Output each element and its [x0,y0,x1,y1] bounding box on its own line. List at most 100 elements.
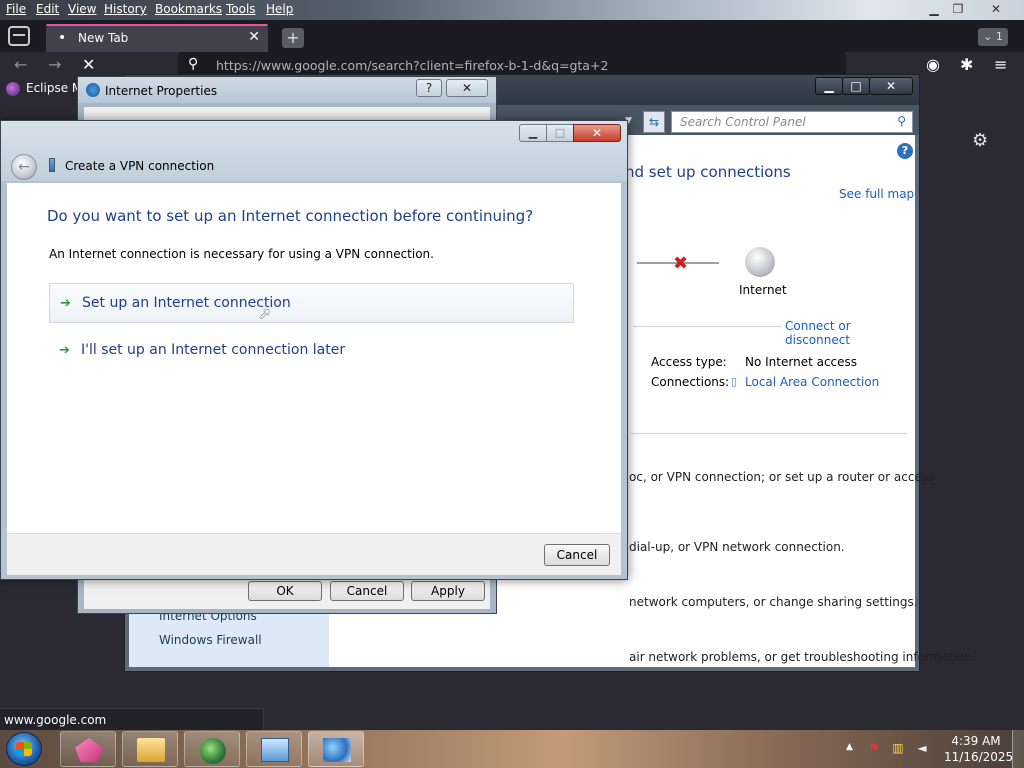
eclipse-icon [6,82,20,96]
green-arrow-icon: ➔ [60,296,71,311]
vpn-icon [49,158,55,172]
close-button[interactable]: ✕ [446,79,488,97]
taskbar-control-panel[interactable] [246,731,302,767]
tab-close-icon[interactable]: ✕ [248,29,260,45]
close-button[interactable]: ✕ [573,124,621,142]
refresh-icon[interactable]: ⇆ [643,111,665,133]
access-type-label: Access type: [651,355,727,369]
task-description: oc, or VPN connection; or set up a route… [629,470,935,484]
menu-hamburger-icon[interactable]: ≡ [994,55,1007,74]
apply-button[interactable]: Apply [411,581,485,601]
local-area-connection-link[interactable]: Local Area Connection [745,375,879,389]
access-type-value: No Internet access [745,355,858,369]
clock-time[interactable]: 4:39 AM [950,734,1002,748]
task-description: air network problems, or get troubleshoo… [629,650,976,664]
tab-title: New Tab [78,31,129,45]
account-icon[interactable]: ◉ [926,55,940,74]
firefox-view-icon[interactable] [8,26,30,46]
menu-help[interactable]: Help [266,2,293,16]
green-arrow-icon: ➔ [59,343,70,358]
taskbar-app-globe[interactable] [184,731,240,767]
forward-icon[interactable]: → [48,55,61,74]
divider [631,433,907,434]
flag-error-icon[interactable]: ⚑ [866,740,882,756]
control-panel-icon [261,738,289,762]
bookmark-item[interactable]: Eclipse M [0,78,83,98]
extensions-icon[interactable]: ✱ [960,55,973,74]
menu-file[interactable]: File [6,2,26,16]
search-icon: ⚲ [188,56,199,72]
vpn-wizard-titlebar: ▁ □ ✕ ← Create a VPN connection [1,121,627,181]
dialog-title: Internet Properties [105,84,218,98]
folder-icon [137,738,165,762]
menu-bookmarks[interactable]: Bookmarks [155,2,222,16]
browser-tabbar: • New Tab ✕ + ⌄ 1 [0,20,1024,52]
cp-close-button[interactable]: ✕ [869,77,913,95]
back-arrow-icon[interactable]: ← [11,154,37,180]
ok-button[interactable]: OK [248,581,322,601]
vpn-wizard-footer: Cancel [7,533,621,575]
network-warning-icon[interactable]: ▥ [890,740,906,756]
menu-edit[interactable]: Edit [36,2,59,16]
globe-icon [200,738,226,764]
control-panel-search-input[interactable]: Search Control Panel ⚲ [671,111,913,133]
restore-icon[interactable]: ❐ [946,1,970,17]
cp-maximize-button[interactable]: □ [842,77,870,95]
task-description: dial-up, or VPN network connection. [629,540,845,554]
mouse-cursor-icon: ➚ [258,304,272,323]
bookmark-label: Eclipse M [26,81,83,95]
browser-menubar: File Edit View History Bookmarks Tools H… [0,0,1024,20]
task-description: network computers, or change sharing set… [629,595,918,609]
vpn-wizard-window: ▁ □ ✕ ← Create a VPN connection Do you w… [0,120,628,580]
sidebar-link-windows-firewall[interactable]: Windows Firewall [159,633,262,647]
wizard-question: Do you want to set up an Internet connec… [47,207,534,225]
help-icon[interactable]: ? [897,143,913,159]
option-set-up-later[interactable]: ➔ I'll set up an Internet connection lat… [49,331,574,371]
maximize-button: □ [546,124,574,142]
taskbar-file-explorer[interactable] [122,731,178,767]
back-icon[interactable]: ← [14,55,27,74]
search-icon: ⚲ [897,114,906,128]
minimize-icon[interactable]: ▁ [922,1,946,17]
network-icon [323,738,351,762]
cancel-button[interactable]: Cancel [330,581,404,601]
show-desktop-button[interactable] [1012,730,1024,768]
internet-globe-icon [745,247,775,277]
tab-loading-icon: • [58,30,67,46]
app-icon [75,738,103,762]
taskbar: ▲ ⚑ ▥ ◄ 4:39 AM 11/16/2025 [0,730,1024,768]
connect-or-disconnect-link[interactable]: Connect or disconnect [785,319,915,347]
connections-label: Connections: [651,375,730,389]
menu-tools[interactable]: Tools [226,2,256,16]
stop-icon[interactable]: ✕ [82,55,95,74]
help-button[interactable]: ? [416,79,442,97]
taskbar-app-pink[interactable] [60,731,116,767]
cancel-button[interactable]: Cancel [544,544,610,566]
option-label: I'll set up an Internet connection later [81,342,346,358]
status-bar: www.google.com [0,708,264,730]
new-tab-button[interactable]: + [282,28,304,48]
url-text: https://www.google.com/search?client=fir… [216,58,609,73]
menu-history[interactable]: History [104,2,147,16]
option-set-up-internet-connection[interactable]: ➔ Set up an Internet connection [49,283,574,323]
start-button[interactable] [6,732,42,766]
close-icon[interactable]: ✕ [984,1,1008,17]
internet-label: Internet [739,283,787,297]
volume-muted-icon[interactable]: ◄ [914,740,930,756]
search-placeholder: Search Control Panel [680,115,806,129]
minimize-button[interactable]: ▁ [519,124,547,142]
vpn-wizard-body: Do you want to set up an Internet connec… [7,183,621,533]
divider [633,326,781,327]
tab-new-tab[interactable]: • New Tab ✕ [46,24,268,52]
menu-view[interactable]: View [68,2,96,16]
disconnected-x-icon: ✖ [673,253,689,274]
wizard-description: An Internet connection is necessary for … [49,247,434,261]
cp-minimize-button[interactable]: ▁ [815,77,843,95]
see-full-map-link[interactable]: See full map [839,187,914,201]
internet-options-icon [86,83,100,97]
tray-expand-icon[interactable]: ▲ [846,742,853,752]
taskbar-network-wizard[interactable] [308,731,364,767]
clock-date[interactable]: 11/16/2025 [944,750,1013,764]
tab-list-button[interactable]: ⌄ 1 [978,28,1008,46]
gear-icon[interactable]: ⚙ [972,130,988,151]
